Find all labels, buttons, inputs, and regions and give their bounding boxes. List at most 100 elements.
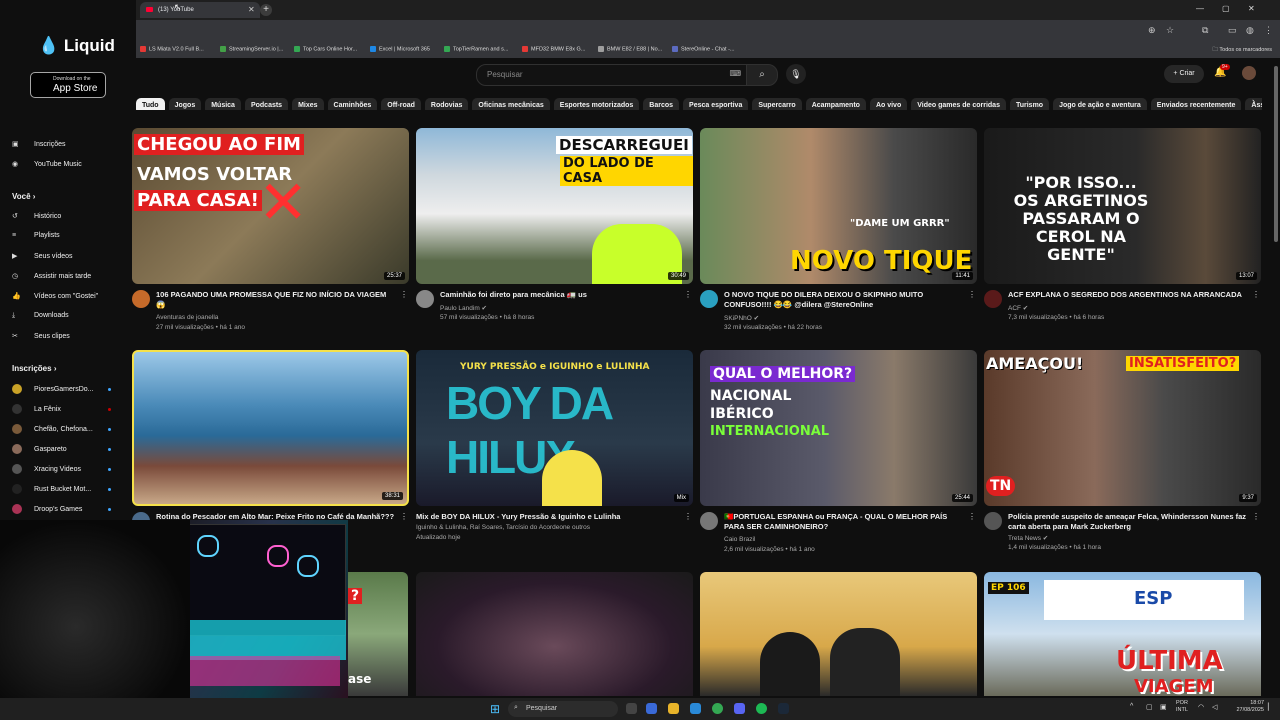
search-button[interactable]: ⌕ [746, 64, 778, 86]
chip[interactable]: Supercarro [752, 98, 802, 110]
video-title[interactable]: Mix de BOY DA HILUX - Yury Pressão & Igu… [416, 512, 656, 522]
sidebar-section-voce[interactable]: Você › [12, 192, 35, 201]
video-title[interactable]: 🇵🇹PORTUGAL ESPANHA ou FRANÇA - QUAL O ME… [724, 512, 964, 532]
account-avatar[interactable] [1242, 66, 1256, 80]
extensions-icon[interactable]: ⧉ [1202, 25, 1208, 36]
taskbar-clock[interactable]: 18:07 27/08/2025 [1228, 700, 1264, 714]
notification-center-icon[interactable]: ▏ [1268, 703, 1273, 711]
page-scrollbar[interactable] [1272, 62, 1280, 698]
chip[interactable]: Podcasts [244, 98, 289, 110]
chip[interactable]: Oficinas mecânicas [472, 98, 550, 110]
all-bookmarks-folder[interactable]: 🗀 Todos os marcadores [1212, 46, 1272, 55]
video-thumbnail[interactable] [416, 572, 693, 696]
video-title[interactable]: 106 PAGANDO UMA PROMESSA QUE FIZ NO INÍC… [156, 290, 396, 310]
task-view-icon[interactable] [626, 703, 637, 714]
chip[interactable]: Off-road [381, 98, 421, 110]
sidebar-item-inscricoes[interactable]: ▣ Inscrições [12, 140, 66, 152]
video-thumbnail[interactable]: YURY PRESSÃO e IGUINHO e LULINHA BOY DA … [416, 350, 693, 506]
video-thumbnail[interactable]: DESCARREGUEI DO LADO DE CASA 30:49 [416, 128, 693, 284]
chip[interactable]: Caminhões [327, 98, 378, 110]
bookmark-item[interactable]: LS Miata V2.0 Full B... [140, 46, 204, 52]
video-channel[interactable]: SKiPNhO ✔ [724, 314, 759, 322]
video-thumbnail[interactable]: ? ase [348, 572, 408, 696]
chip[interactable]: Rodovias [424, 98, 469, 110]
copilot-icon[interactable] [646, 703, 657, 714]
more-options-icon[interactable]: ⋮ [400, 512, 408, 521]
sidebar-channel[interactable]: Xracing Videos [12, 464, 111, 476]
chip[interactable]: Esportes motorizados [553, 98, 640, 110]
video-thumbnail[interactable]: AMEAÇOU! INSATISFEITO? TN 9:37 [984, 350, 1261, 506]
channel-avatar[interactable] [984, 290, 1002, 308]
cast-icon[interactable]: ▭ [1228, 25, 1237, 36]
bookmark-item[interactable]: StereOnline - Chat -... [672, 46, 735, 52]
close-tab-icon[interactable]: ✕ [248, 5, 255, 14]
chip[interactable]: Enviados recentemente [1150, 98, 1242, 110]
more-options-icon[interactable]: ⋮ [400, 290, 408, 299]
sidebar-item-youtube-music[interactable]: ◉ YouTube Music [12, 160, 82, 172]
bookmark-item[interactable]: MFD32 BMW E8x G... [522, 46, 585, 52]
video-channel[interactable]: Iguinho & Lulinha, Raí Soares, Tarcísio … [416, 524, 590, 531]
sidebar-channel[interactable]: Gaspareto [12, 444, 111, 456]
chip[interactable]: Acampamento [805, 98, 866, 110]
sidebar-item-assistir-mais-tarde[interactable]: ◷ Assistir mais tarde [12, 272, 91, 284]
more-options-icon[interactable]: ⋮ [968, 512, 976, 521]
tray-chevron-icon[interactable]: ^ [1130, 703, 1133, 710]
channel-avatar[interactable] [416, 290, 434, 308]
sidebar-channel[interactable]: PioresGamersDo... [12, 384, 111, 396]
maximize-icon[interactable]: ▢ [1222, 4, 1230, 13]
chip[interactable]: Barcos [643, 98, 680, 110]
bookmark-item[interactable]: StreamingServer.io |... [220, 46, 283, 52]
chip[interactable]: Jogos [168, 98, 202, 110]
video-thumbnail[interactable] [700, 572, 977, 696]
menu-kebab-icon[interactable]: ⋮ [1264, 25, 1273, 36]
language-indicator[interactable]: POR INTL [1176, 700, 1188, 714]
sidebar-item-playlists[interactable]: ≡ Playlists [12, 232, 60, 244]
sidebar-item-gostei[interactable]: 👍 Vídeos com "Gostei" [12, 292, 98, 304]
sidebar-channel[interactable]: Droop's Games [12, 504, 111, 516]
video-thumbnail[interactable]: "DAME UM GRRR" NOVO TIQUE 11:41 [700, 128, 977, 284]
close-window-icon[interactable]: ✕ [1248, 4, 1255, 13]
more-options-icon[interactable]: ⋮ [1252, 512, 1260, 521]
video-channel[interactable]: Paulo Landim ✔ [440, 304, 487, 312]
sidebar-item-historico[interactable]: ↺ Histórico [12, 212, 61, 224]
bookmark-item[interactable]: Excel | Microsoft 365 [370, 46, 430, 52]
chip[interactable]: Ao vivo [869, 98, 908, 110]
video-thumbnail[interactable]: QUAL O MELHOR? NACIONAL IBÉRICO INTERNAC… [700, 350, 977, 506]
more-options-icon[interactable]: ⋮ [684, 512, 692, 521]
video-thumbnail[interactable]: CHEGOU AO FIM VAMOS VOLTAR PARA CASA! ✕ … [132, 128, 409, 284]
sidebar-item-downloads[interactable]: ⤓ Downloads [12, 312, 69, 324]
tray-app-icon[interactable]: ▢ [1146, 703, 1153, 711]
sidebar-channel[interactable]: La Fênix [12, 404, 111, 416]
bookmark-item[interactable]: Top Cars Online Hor... [294, 46, 357, 52]
profile-icon[interactable]: ◍ [1246, 25, 1254, 36]
browser-tab-youtube[interactable]: (13) YouTube ✕ [140, 2, 260, 18]
taskbar-search[interactable]: ⌕ Pesquisar [508, 701, 618, 717]
chrome-icon[interactable] [712, 703, 723, 714]
sidebar-item-seus-clipes[interactable]: ✂ Seus clipes [12, 332, 70, 344]
more-options-icon[interactable]: ⋮ [1252, 290, 1260, 299]
app-store-badge[interactable]: Download on the App Store [30, 72, 106, 98]
more-options-icon[interactable]: ⋮ [968, 290, 976, 299]
chip[interactable]: Mixes [292, 98, 324, 110]
file-explorer-icon[interactable] [668, 703, 679, 714]
sidebar-channel[interactable]: Chefão, Chefona... [12, 424, 111, 436]
channel-avatar[interactable] [984, 512, 1002, 530]
sidebar-item-seus-videos[interactable]: ▶ Seus vídeos [12, 252, 73, 264]
channel-avatar[interactable] [700, 290, 718, 308]
video-channel[interactable]: ACF ✔ [1008, 304, 1028, 312]
video-thumbnail[interactable]: EP 106 ESP ÚLTIMA VIAGEM [984, 572, 1261, 696]
video-title[interactable]: ACF EXPLANA O SEGREDO DOS ARGENTINOS NA … [1008, 290, 1248, 300]
bookmark-item[interactable]: BMW E82 / E88 | No... [598, 46, 662, 52]
chip-tudo[interactable]: Tudo [136, 98, 165, 110]
sidebar-section-inscricoes[interactable]: Inscrições › [12, 364, 56, 373]
new-tab-button[interactable]: + [260, 4, 272, 16]
sidebar-channel[interactable]: Rust Bucket Mot... [12, 484, 111, 496]
minimize-icon[interactable]: — [1196, 4, 1204, 13]
search-input[interactable]: Pesquisar ⌨ [476, 64, 748, 86]
keyboard-icon[interactable]: ⌨ [729, 69, 741, 78]
video-title[interactable]: O NOVO TIQUE DO DILERA DEIXOU O SKIPNHO … [724, 290, 964, 310]
channel-avatar[interactable] [700, 512, 718, 530]
chip[interactable]: Pesca esportiva [683, 98, 749, 110]
chip[interactable]: Video games de corridas [911, 98, 1006, 110]
tray-app-icon[interactable]: ▣ [1160, 703, 1167, 711]
